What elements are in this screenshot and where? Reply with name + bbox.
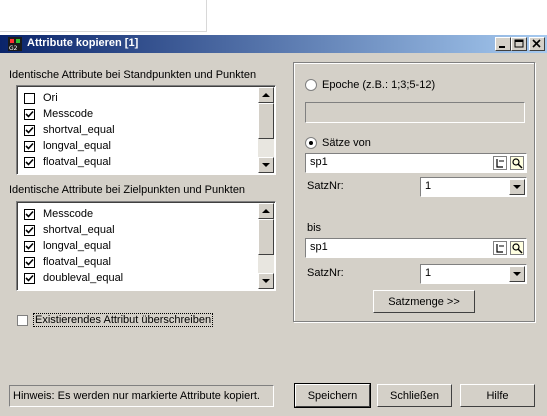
pick-icon[interactable] bbox=[493, 156, 507, 170]
checkmark-icon bbox=[25, 210, 34, 218]
search-icon bbox=[512, 243, 523, 254]
list-item-label: shortval_equal bbox=[43, 124, 115, 136]
satznr-bis-label: SatzNr: bbox=[307, 267, 344, 279]
list-item-label: floatval_equal bbox=[43, 156, 111, 168]
maximize-button[interactable] bbox=[511, 37, 527, 51]
list-item[interactable]: longval_equal bbox=[24, 238, 111, 254]
list-item-checkbox[interactable] bbox=[24, 124, 35, 136]
arrow-down-icon bbox=[262, 163, 270, 167]
scroll-thumb[interactable] bbox=[258, 219, 274, 255]
overwrite-checkbox[interactable]: Existierendes Attribut überschreiben bbox=[17, 313, 214, 327]
von-input[interactable]: sp1 bbox=[305, 153, 527, 173]
pick-icon[interactable] bbox=[493, 241, 507, 255]
search-icon-button[interactable] bbox=[510, 241, 524, 255]
bis-label: bis bbox=[307, 222, 322, 234]
list-item-checkbox[interactable] bbox=[24, 272, 35, 284]
save-button[interactable]: Speichern bbox=[294, 383, 371, 408]
list-item-checkbox[interactable] bbox=[24, 140, 35, 152]
checkmark-icon bbox=[25, 142, 34, 150]
bis-input[interactable]: sp1 bbox=[305, 238, 527, 258]
list-item[interactable]: doubleval_equal bbox=[24, 270, 123, 286]
scroll-thumb[interactable] bbox=[258, 103, 274, 139]
list-item-checkbox[interactable] bbox=[24, 256, 35, 268]
list-item-label: Messcode bbox=[43, 108, 94, 120]
search-icon-button[interactable] bbox=[510, 156, 524, 170]
satznr-bis-select[interactable]: 1 bbox=[420, 264, 527, 284]
list-item[interactable]: longval_equal bbox=[24, 138, 111, 154]
list-item[interactable]: floatval_equal bbox=[24, 254, 111, 270]
arrow-up-icon bbox=[262, 93, 270, 97]
scroll-up-button[interactable] bbox=[258, 87, 274, 103]
app-icon: G2 bbox=[8, 37, 22, 52]
list-item[interactable]: floatval_equal bbox=[24, 154, 111, 170]
close-button[interactable] bbox=[529, 37, 545, 51]
checkmark-icon bbox=[25, 158, 34, 166]
checkmark-icon bbox=[25, 126, 34, 134]
list-item-label: longval_equal bbox=[43, 240, 111, 252]
saetze-radio-button[interactable] bbox=[305, 137, 317, 149]
list-item-label: shortval_equal bbox=[43, 224, 115, 236]
close-icon bbox=[532, 39, 541, 48]
svg-text:G2: G2 bbox=[9, 45, 18, 51]
list-item-checkbox[interactable] bbox=[24, 156, 35, 168]
standpunkte-list[interactable]: Ori Messcode shortval_equal longval_equalfl… bbox=[16, 85, 276, 175]
close-dialog-button[interactable]: Schließen bbox=[377, 384, 452, 407]
maximize-icon bbox=[514, 39, 524, 48]
overwrite-label: Existierendes Attribut überschreiben bbox=[33, 313, 214, 327]
list-item-checkbox[interactable] bbox=[24, 224, 35, 236]
list-item[interactable]: Messcode bbox=[24, 106, 93, 122]
list-item[interactable]: shortval_equal bbox=[24, 222, 115, 238]
epoche-radio[interactable]: Epoche (z.B.: 1;3;5-12) bbox=[305, 79, 435, 91]
scroll-up-button[interactable] bbox=[258, 203, 274, 219]
search-icon bbox=[512, 158, 523, 169]
zielpunkte-list[interactable]: Messcode shortval_equal longval_equalfloat… bbox=[16, 201, 276, 291]
select-icon bbox=[496, 244, 504, 253]
dropdown-button[interactable] bbox=[509, 266, 525, 282]
saetze-label: Sätze von bbox=[322, 137, 371, 149]
list1-scrollbar[interactable] bbox=[258, 87, 274, 173]
hint-text: Hinweis: Es werden nur markierte Attribu… bbox=[9, 385, 274, 407]
dropdown-button[interactable] bbox=[509, 179, 525, 195]
list-item-label: doubleval_equal bbox=[43, 272, 124, 284]
list-item-checkbox[interactable] bbox=[24, 240, 35, 252]
chevron-down-icon bbox=[513, 272, 521, 276]
satzmenge-button[interactable]: Satzmenge >> bbox=[373, 290, 475, 313]
checkmark-icon bbox=[25, 274, 34, 282]
arrow-down-icon bbox=[262, 279, 270, 283]
overwrite-checkbox-box[interactable] bbox=[17, 314, 28, 326]
checkmark-icon bbox=[25, 110, 34, 118]
checkmark-icon bbox=[25, 258, 34, 266]
scroll-down-button[interactable] bbox=[258, 273, 274, 289]
window-title: Attribute kopieren [1] bbox=[27, 37, 139, 49]
minimize-icon bbox=[499, 46, 505, 48]
chevron-down-icon bbox=[513, 185, 521, 189]
checkmark-icon bbox=[25, 226, 34, 234]
satznr-von-select[interactable]: 1 bbox=[420, 177, 527, 197]
list2-scrollbar[interactable] bbox=[258, 203, 274, 289]
label-zielpunkte: Identische Attribute bei Zielpunkten und… bbox=[9, 184, 246, 196]
list-item-label: Ori bbox=[43, 92, 58, 104]
epoche-label: Epoche (z.B.: 1;3;5-12) bbox=[322, 79, 436, 91]
checkmark-icon bbox=[25, 242, 34, 250]
arrow-up-icon bbox=[262, 209, 270, 213]
list-item[interactable]: Ori bbox=[24, 90, 58, 106]
list-item[interactable]: Messcode bbox=[24, 206, 93, 222]
label-standpunkte: Identische Attribute bei Standpunkten un… bbox=[9, 69, 257, 81]
epoche-radio-button[interactable] bbox=[305, 79, 317, 91]
satznr-von-label: SatzNr: bbox=[307, 180, 344, 192]
saetze-radio[interactable]: Sätze von bbox=[305, 137, 371, 149]
scroll-down-button[interactable] bbox=[258, 157, 274, 173]
minimize-button[interactable] bbox=[495, 37, 511, 51]
list-item-checkbox[interactable] bbox=[24, 208, 35, 220]
background-field bbox=[0, 0, 207, 32]
help-button[interactable]: Hilfe bbox=[460, 384, 535, 407]
epoche-input[interactable] bbox=[305, 102, 525, 123]
list-item[interactable]: shortval_equal bbox=[24, 122, 115, 138]
list-item-checkbox[interactable] bbox=[24, 108, 35, 120]
list-item-label: longval_equal bbox=[43, 140, 111, 152]
list-item-label: floatval_equal bbox=[43, 256, 111, 268]
list-item-checkbox[interactable] bbox=[24, 92, 35, 104]
select-icon bbox=[496, 159, 504, 168]
list-item-label: Messcode bbox=[43, 208, 94, 220]
